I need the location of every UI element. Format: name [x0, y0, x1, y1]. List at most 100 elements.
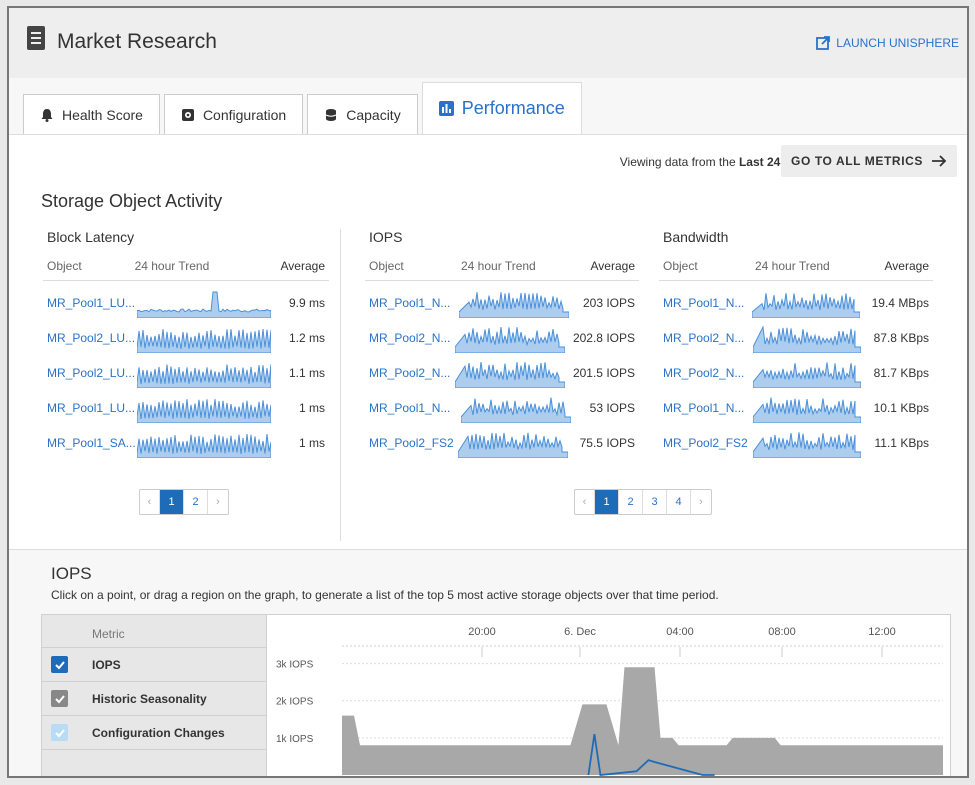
column-header-trend: 24 hour Trend: [755, 259, 830, 273]
average-value: 201.5 IOPS: [572, 365, 635, 380]
average-value: 203 IOPS: [582, 295, 635, 310]
table-row: MR_Pool1_N... 10.1 KBps: [659, 390, 933, 425]
object-link[interactable]: MR_Pool1_SA...: [47, 436, 137, 450]
group-title: Block Latency: [47, 229, 135, 245]
go-to-all-metrics-button[interactable]: GO TO ALL METRICS: [781, 145, 957, 177]
object-link[interactable]: MR_Pool1_LU...: [47, 401, 137, 415]
pager-next-button[interactable]: ›: [691, 490, 711, 514]
sparkline-chart: [751, 292, 860, 318]
metric-row[interactable]: Historic Seasonality: [42, 682, 266, 716]
bell-icon: [41, 108, 53, 122]
tab-capacity[interactable]: Capacity: [307, 94, 418, 134]
iops-chart[interactable]: 20:00 6. Dec 04:00 08:00 12:00 1k IOPS 2k IOPS…: [267, 615, 951, 778]
x-tick-label: 04:00: [666, 626, 694, 638]
table-row: MR_Pool1_LU... 1 ms: [43, 390, 329, 425]
object-link[interactable]: MR_Pool2_FS2: [663, 436, 753, 450]
sparkline-chart: [455, 361, 566, 388]
tab-performance[interactable]: Performance: [421, 82, 582, 134]
checkmark-icon: [54, 660, 65, 669]
section-title: Storage Object Activity: [41, 191, 223, 211]
x-tick-label: 08:00: [768, 626, 796, 638]
trend-cell: [137, 393, 287, 423]
trend-cell: [751, 288, 872, 318]
trend-cell: [459, 288, 583, 318]
object-link[interactable]: MR_Pool1_LU...: [47, 296, 137, 310]
tab-configuration[interactable]: Configuration: [163, 94, 304, 134]
pager-page-2[interactable]: 2: [619, 490, 643, 514]
object-list: MR_Pool1_N... 19.4 MBps MR_Pool2_N... 87.8 …: [659, 285, 933, 460]
object-link[interactable]: MR_Pool1_N...: [369, 296, 459, 310]
y-tick-label: 1k IOPS: [276, 734, 314, 745]
column-header-average: Average: [590, 259, 635, 273]
column-header-average: Average: [280, 259, 325, 273]
metric-label: Configuration Changes: [92, 725, 225, 740]
object-link[interactable]: MR_Pool2_N...: [663, 331, 753, 345]
object-link[interactable]: MR_Pool2_N...: [663, 366, 753, 380]
trend-cell: [753, 428, 874, 458]
pager-page-2[interactable]: 2: [184, 490, 208, 514]
sparkline-chart: [753, 431, 862, 458]
external-link-icon: [816, 36, 831, 50]
object-link[interactable]: MR_Pool1_N...: [663, 401, 753, 415]
trend-cell: [137, 358, 287, 388]
arrow-right-icon: [932, 155, 947, 167]
column-header-trend: 24 hour Trend: [134, 259, 210, 273]
group-title: Bandwidth: [663, 229, 729, 245]
object-link[interactable]: MR_Pool2_N...: [369, 331, 455, 345]
table-row: MR_Pool2_FS2 11.1 KBps: [659, 425, 933, 460]
metric-label: Historic Seasonality: [92, 691, 207, 706]
average-value: 53 IOPS: [589, 400, 635, 415]
trend-cell: [752, 393, 874, 423]
metric-row[interactable]: IOPS: [42, 648, 266, 682]
average-value: 81.7 KBps: [873, 365, 929, 380]
column-header-object: Object: [369, 259, 404, 273]
metric-label: IOPS: [92, 657, 121, 672]
average-value: 11.1 KBps: [874, 435, 929, 450]
pager-page-1[interactable]: 1: [595, 490, 619, 514]
object-link[interactable]: MR_Pool1_N...: [369, 401, 461, 415]
trend-cell: [455, 323, 573, 353]
page-title: Market Research: [57, 30, 217, 53]
object-list: MR_Pool1_N... 203 IOPS MR_Pool2_N... 202.8 …: [365, 285, 639, 460]
pager-prev-button[interactable]: ‹: [575, 490, 595, 514]
pager-prev-button[interactable]: ‹: [140, 490, 160, 514]
iops-chart-panel[interactable]: 20:00 6. Dec 04:00 08:00 12:00 1k IOPS 2k IOPS…: [267, 614, 951, 778]
object-link[interactable]: MR_Pool2_N...: [369, 366, 455, 380]
object-link[interactable]: MR_Pool2_LU...: [47, 331, 137, 345]
table-row: MR_Pool1_N... 53 IOPS: [365, 390, 639, 425]
series-historic-seasonality[interactable]: [342, 667, 943, 775]
viewing-prefix: Viewing data from the: [619, 155, 736, 169]
trend-cell: [137, 288, 287, 318]
y-tick-label: 2k IOPS: [276, 697, 314, 708]
sparkline-chart: [752, 361, 861, 388]
iops-section-description: Click on a point, or drag a region on th…: [51, 588, 719, 602]
average-value: 75.5 IOPS: [579, 435, 635, 450]
launch-unisphere-link[interactable]: LAUNCH UNISPHERE: [816, 36, 959, 50]
tab-health-score[interactable]: Health Score: [23, 94, 160, 134]
pager-page-4[interactable]: 4: [667, 490, 691, 514]
object-link[interactable]: MR_Pool2_FS2: [369, 436, 458, 450]
x-tick-label: 20:00: [468, 626, 496, 638]
metric-checkbox[interactable]: [51, 724, 68, 741]
table-row: MR_Pool2_N... 87.8 KBps: [659, 320, 933, 355]
x-tick-label: 12:00: [868, 626, 896, 638]
column-header-row: Object 24 hour Trend Average: [43, 259, 329, 281]
metric-row[interactable]: Configuration Changes: [42, 716, 266, 750]
page-header: Market Research LAUNCH UNISPHERE: [9, 8, 967, 78]
pager-page-1[interactable]: 1: [160, 490, 184, 514]
object-link[interactable]: MR_Pool1_N...: [663, 296, 752, 310]
pager-next-button[interactable]: ›: [208, 490, 228, 514]
metric-checkbox[interactable]: [51, 690, 68, 707]
sparkline-chart: [137, 291, 271, 318]
sparkline-chart: [752, 396, 861, 423]
sparkline-chart: [461, 396, 571, 423]
metric-checkbox[interactable]: [51, 656, 68, 673]
tab-label: Configuration: [202, 106, 287, 123]
object-link[interactable]: MR_Pool2_LU...: [47, 366, 137, 380]
table-row: MR_Pool2_N... 81.7 KBps: [659, 355, 933, 390]
average-value: 1 ms: [298, 435, 325, 450]
checkmark-icon: [54, 694, 65, 703]
pager-page-3[interactable]: 3: [643, 490, 667, 514]
block-latency-group: Block Latency Object 24 hour Trend Average M…: [43, 229, 329, 460]
average-value: 87.8 KBps: [873, 330, 929, 345]
